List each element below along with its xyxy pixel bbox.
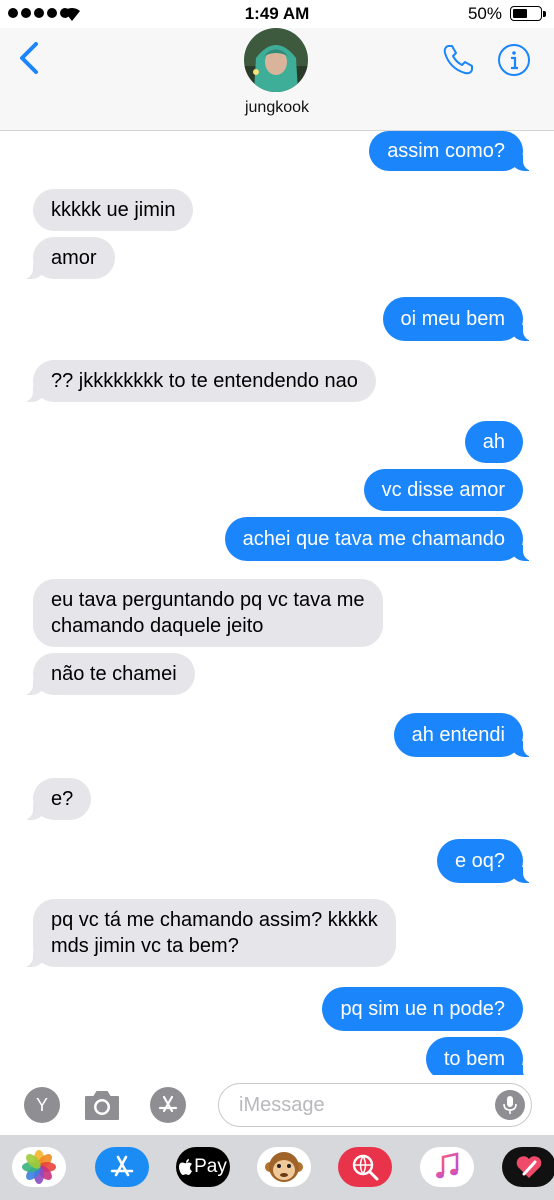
chevron-left-icon[interactable]: [14, 38, 48, 78]
web-search-icon[interactable]: [338, 1147, 392, 1187]
photos-icon[interactable]: [12, 1147, 66, 1187]
battery-percent: 50%: [467, 4, 502, 23]
phone-icon[interactable]: [440, 42, 476, 78]
battery-icon: [510, 6, 546, 21]
message-bubble-outgoing[interactable]: ah: [464, 421, 523, 463]
microphone-icon[interactable]: [495, 1090, 525, 1120]
digital-touch-icon[interactable]: [502, 1147, 554, 1187]
message-bubble-incoming[interactable]: não te chamei: [19, 653, 195, 695]
message-bubble-incoming[interactable]: e?: [18, 778, 92, 820]
apple-pay-label: Pay: [194, 1156, 227, 1177]
message-bubble-incoming[interactable]: pq vc tá me chamando assim? kkkkk mds ji…: [19, 899, 396, 967]
message-bubble-outgoing[interactable]: ah entendi: [393, 713, 538, 757]
message-bubble-incoming[interactable]: eu tava perguntando pq vc tava me chaman…: [33, 579, 383, 647]
message-bubble-incoming[interactable]: ?? jkkkkkkkk to te entendendo nao: [19, 360, 376, 402]
imessage-app-strip: Pay: [0, 1135, 554, 1200]
apple-pay-icon[interactable]: Pay: [176, 1147, 230, 1187]
memoji-button-label: Y: [35, 1094, 48, 1115]
contact-name[interactable]: jungkook: [0, 99, 554, 117]
contact-avatar[interactable]: [244, 28, 308, 92]
music-icon[interactable]: [420, 1147, 474, 1187]
camera-icon[interactable]: [82, 1087, 122, 1123]
message-bubble-outgoing[interactable]: assim como?: [369, 131, 537, 171]
animoji-monkey-icon[interactable]: [257, 1147, 311, 1187]
message-bubble-outgoing[interactable]: e oq?: [436, 839, 538, 883]
message-bubble-outgoing[interactable]: to bem: [425, 1037, 538, 1075]
message-thread[interactable]: assim como? kkkkk ue jimin amor oi meu b…: [0, 131, 554, 1075]
app-store-icon[interactable]: [150, 1087, 186, 1123]
message-bubble-outgoing[interactable]: pq sim ue n pode?: [322, 987, 523, 1031]
status-bar: 1:49 AM 50%: [0, 0, 554, 28]
message-bubble-incoming[interactable]: amor: [19, 237, 115, 279]
message-bubble-outgoing[interactable]: vc disse amor: [363, 469, 523, 511]
memoji-button[interactable]: Y: [24, 1087, 60, 1123]
compose-bar: Y: [0, 1075, 554, 1135]
message-bubble-outgoing[interactable]: oi meu bem: [382, 297, 537, 341]
message-bubble-incoming[interactable]: kkkkk ue jimin: [33, 189, 194, 231]
conversation-header: jungkook: [0, 28, 554, 131]
imessage-field-container: [218, 1083, 532, 1127]
message-bubble-outgoing[interactable]: achei que tava me chamando: [224, 517, 538, 561]
app-store-icon[interactable]: [95, 1147, 149, 1187]
imessage-input[interactable]: [237, 1084, 491, 1127]
info-icon[interactable]: [496, 42, 532, 78]
